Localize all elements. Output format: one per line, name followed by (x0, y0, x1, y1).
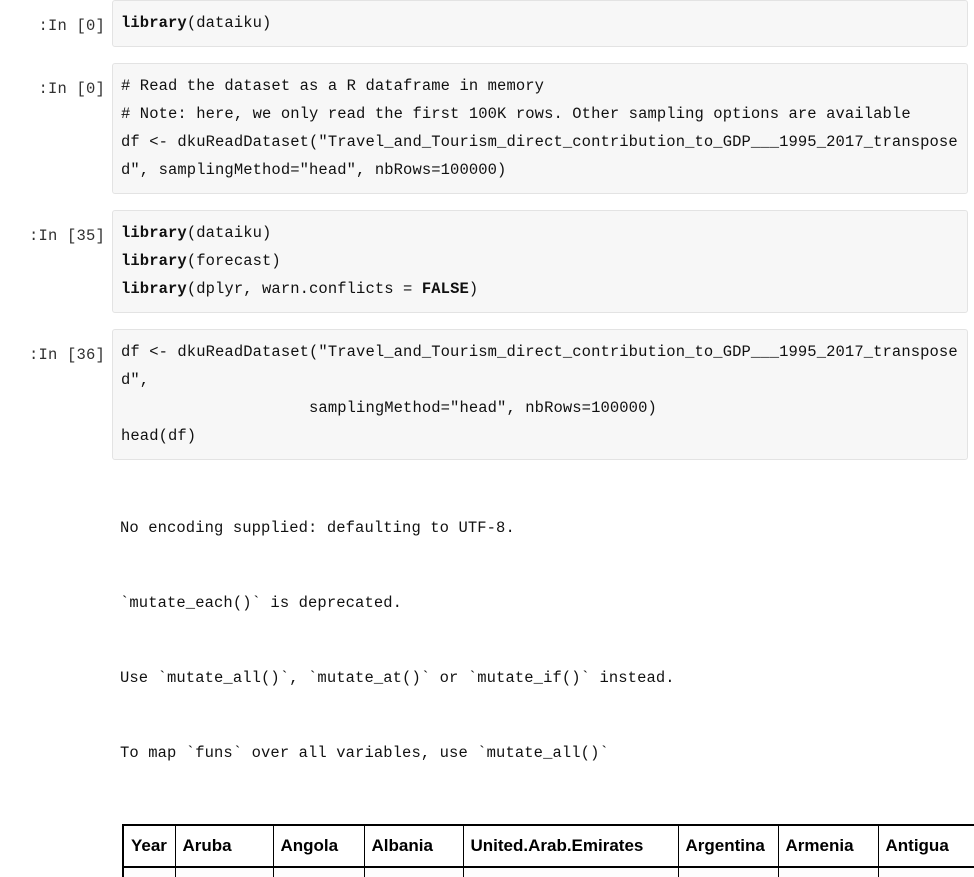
stream-line: Use `mutate_all()`, `mutate_at()` or `mu… (120, 669, 675, 687)
cell-prompt-1: In [0]: (38, 17, 105, 35)
code-text: (dplyr, warn.conflicts = (186, 280, 422, 298)
code-line: library(dplyr, warn.conflicts = FALSE) (121, 275, 967, 303)
code-statement-line: df <- dkuReadDataset("Travel_and_Tourism… (121, 133, 958, 179)
table-cell: 45.43969 (174, 866, 274, 877)
cell-spacer (0, 313, 974, 329)
table-cell: 5.166429 (777, 866, 879, 877)
table-cell: 9.70702 (877, 866, 974, 877)
column-header-year: Year (122, 824, 176, 868)
code-keyword: library (121, 280, 187, 298)
code-cell-3[interactable]: In [35]: library(dataiku) library(foreca… (0, 210, 974, 313)
table-cell: NA (122, 866, 176, 877)
table-row: NA 45.43969 45.22764 43.69192 20.47291 3… (122, 866, 974, 877)
stream-output-text: No encoding supplied: defaulting to UTF-… (112, 460, 974, 816)
column-header-albania: Albania (363, 824, 464, 868)
cell-prompt-2: In [0]: (38, 80, 105, 98)
code-text: (dataiku) (186, 224, 272, 242)
code-text: ) (468, 280, 479, 298)
column-header-argentina: Argentina (677, 824, 779, 868)
code-cell-1[interactable]: In [0]: library(dataiku) (0, 0, 974, 47)
code-keyword: library (121, 14, 187, 32)
table-cell: 45.22764 (272, 866, 365, 877)
stream-line: `mutate_each()` is deprecated. (120, 594, 403, 612)
column-header-antigua: Antigua (877, 824, 974, 868)
column-header-united-arab-emirates: United.Arab.Emirates (462, 824, 679, 868)
code-input-area-4[interactable]: df <- dkuReadDataset("Travel_and_Tourism… (112, 329, 968, 460)
cell-prompt-3: In [35]: (28, 227, 105, 245)
code-text: (dataiku) (186, 14, 272, 32)
stream-line: No encoding supplied: defaulting to UTF-… (120, 519, 515, 537)
code-input-area-3[interactable]: library(dataiku) library(forecast) libra… (112, 210, 968, 313)
notebook-container: In [0]: library(dataiku) In [0]: # Read … (0, 0, 974, 877)
code-keyword: library (121, 224, 187, 242)
cell-spacer (0, 47, 974, 63)
code-line: library(forecast) (121, 247, 967, 275)
cell-output-stream: No encoding supplied: defaulting to UTF-… (0, 460, 974, 816)
code-line: samplingMethod="head", nbRows=100000) (121, 399, 657, 417)
cell-prompt-4: In [36]: (28, 346, 105, 364)
cell-spacer (0, 194, 974, 210)
dataframe-output-area: Year Aruba Angola Albania United.Arab.Em… (112, 816, 974, 877)
column-header-angola: Angola (272, 824, 365, 868)
code-keyword: library (121, 252, 187, 270)
code-line: head(df) (121, 427, 197, 445)
code-comment-line-2: # Note: here, we only read the first 100… (121, 105, 911, 123)
table-cell: 43.69192 (363, 866, 464, 877)
code-line: df <- dkuReadDataset("Travel_and_Tourism… (121, 343, 958, 389)
table-cell: 3.245707 (677, 866, 779, 877)
dataframe-table: Year Aruba Angola Albania United.Arab.Em… (122, 824, 974, 877)
code-line: library(dataiku) (121, 9, 967, 37)
code-text: (forecast) (186, 252, 281, 270)
code-input-area-2[interactable]: # Read the dataset as a R dataframe in m… (112, 63, 968, 194)
code-input-area-1[interactable]: library(dataiku) (112, 0, 968, 47)
column-header-aruba: Aruba (174, 824, 274, 868)
code-keyword-false: FALSE (421, 280, 469, 298)
column-header-armenia: Armenia (777, 824, 879, 868)
code-comment-line-1: # Read the dataset as a R dataframe in m… (121, 77, 545, 95)
code-line: library(dataiku) (121, 219, 967, 247)
table-header-row: Year Aruba Angola Albania United.Arab.Em… (122, 824, 974, 868)
table-cell: 20.47291 (462, 866, 679, 877)
stream-line: To map `funs` over all variables, use `m… (120, 744, 609, 762)
cell-output-table: Year Aruba Angola Albania United.Arab.Em… (0, 816, 974, 877)
code-cell-2[interactable]: In [0]: # Read the dataset as a R datafr… (0, 63, 974, 194)
code-cell-4[interactable]: In [36]: df <- dkuReadDataset("Travel_an… (0, 329, 974, 460)
